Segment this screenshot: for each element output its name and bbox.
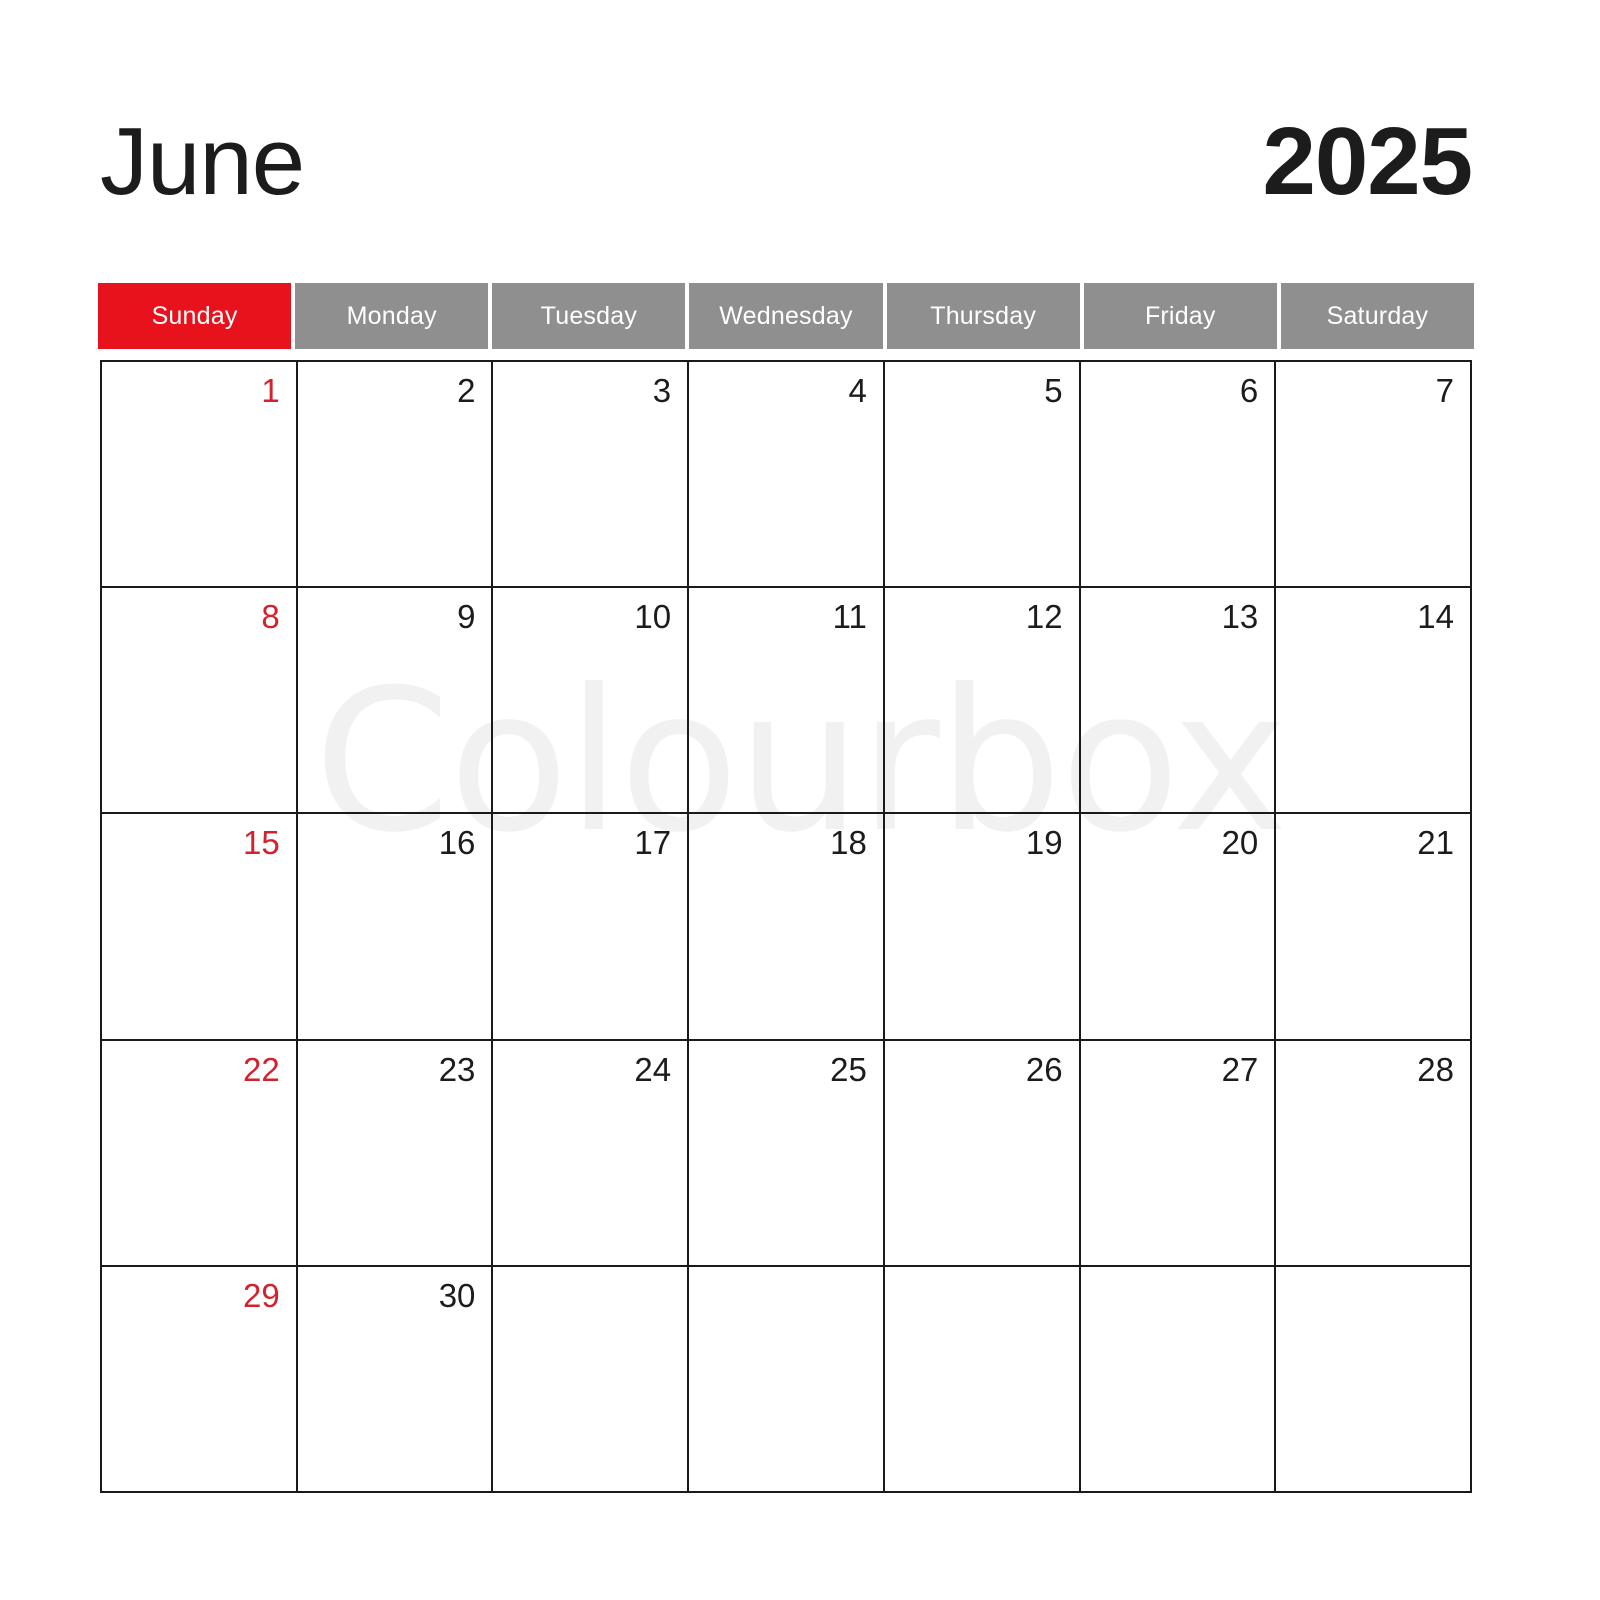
day-cell[interactable]: 28 — [1276, 1040, 1472, 1267]
day-number: 21 — [1417, 824, 1454, 862]
day-number: 12 — [1025, 598, 1063, 636]
day-number: 7 — [1435, 372, 1454, 409]
day-number: 2 — [457, 372, 476, 409]
day-cell[interactable]: 1 — [102, 362, 298, 589]
day-number: 22 — [242, 1050, 280, 1088]
day-number: 17 — [634, 824, 672, 862]
day-cell[interactable]: 10 — [493, 588, 690, 815]
day-number: 27 — [1221, 1050, 1259, 1088]
weekday-header-saturday[interactable]: Saturday — [1280, 283, 1474, 349]
day-number: 10 — [634, 598, 672, 636]
day-cell[interactable]: 14 — [1276, 588, 1472, 815]
day-number: 29 — [242, 1276, 280, 1314]
day-number: 28 — [1417, 1050, 1454, 1088]
day-cell[interactable]: 18 — [689, 814, 885, 1041]
calendar-grid: 1 2 3 4 5 6 7 8 9 10 11 12 13 14 15 16 17 18 19 20 21 22 23 24 2… — [100, 360, 1472, 1493]
day-number: 13 — [1221, 598, 1259, 636]
day-cell[interactable]: 26 — [884, 1040, 1081, 1267]
day-number: 18 — [830, 824, 867, 862]
day-cell[interactable]: 25 — [689, 1040, 885, 1267]
day-cell[interactable]: 24 — [493, 1040, 690, 1267]
day-cell-empty — [493, 1266, 690, 1493]
day-number: 6 — [1239, 372, 1259, 409]
day-cell-empty — [1276, 1266, 1472, 1493]
day-number: 26 — [1025, 1050, 1063, 1088]
day-number: 5 — [1044, 372, 1063, 409]
day-number: 15 — [242, 824, 280, 862]
day-cell[interactable]: 16 — [297, 814, 494, 1041]
day-cell[interactable]: 3 — [493, 362, 690, 589]
year-title: 2025 — [1262, 108, 1473, 215]
calendar-page: Colourbox June 2025 Sunday Monday Tuesday W… — [0, 0, 1600, 1600]
day-number: 11 — [832, 598, 867, 636]
day-cell[interactable]: 15 — [102, 814, 298, 1041]
day-cell[interactable]: 13 — [1080, 588, 1277, 815]
day-cell-empty — [884, 1266, 1081, 1493]
day-cell[interactable]: 11 — [689, 588, 885, 815]
day-cell-empty — [1080, 1266, 1277, 1493]
day-cell[interactable]: 23 — [297, 1040, 494, 1267]
day-cell[interactable]: 4 — [689, 362, 885, 589]
weekday-header-friday[interactable]: Friday — [1083, 283, 1277, 349]
day-cell[interactable]: 12 — [884, 588, 1081, 815]
calendar-title-row: June 2025 — [100, 106, 1473, 218]
day-number: 14 — [1417, 598, 1454, 636]
weekday-header-wednesday[interactable]: Wednesday — [689, 283, 883, 349]
day-number: 8 — [261, 598, 280, 636]
day-number: 3 — [652, 372, 672, 409]
day-number: 30 — [438, 1276, 476, 1314]
day-cell[interactable]: 20 — [1080, 814, 1277, 1041]
day-cell[interactable]: 29 — [102, 1266, 298, 1493]
day-cell[interactable]: 21 — [1276, 814, 1472, 1041]
day-cell[interactable]: 19 — [884, 814, 1081, 1041]
day-cell[interactable]: 22 — [102, 1040, 298, 1267]
day-cell[interactable]: 7 — [1276, 362, 1472, 589]
day-cell[interactable]: 9 — [297, 588, 494, 815]
day-cell[interactable]: 27 — [1080, 1040, 1277, 1267]
weekday-header-thursday[interactable]: Thursday — [886, 283, 1080, 349]
day-number: 4 — [848, 372, 867, 409]
day-cell[interactable]: 8 — [102, 588, 298, 815]
day-number: 9 — [457, 598, 476, 636]
weekday-header-tuesday[interactable]: Tuesday — [492, 283, 686, 349]
day-number: 23 — [438, 1050, 476, 1088]
day-number: 24 — [634, 1050, 672, 1088]
day-number: 1 — [261, 372, 280, 409]
day-cell-empty — [689, 1266, 885, 1493]
day-number: 16 — [438, 824, 476, 862]
weekday-header-monday[interactable]: Monday — [295, 283, 489, 349]
weekday-header-row: Sunday Monday Tuesday Wednesday Thursday Frid… — [98, 283, 1474, 349]
day-number: 19 — [1025, 824, 1063, 862]
weekday-header-sunday[interactable]: Sunday — [98, 283, 292, 349]
day-number: 25 — [830, 1050, 867, 1088]
day-cell[interactable]: 5 — [884, 362, 1081, 589]
day-cell[interactable]: 17 — [493, 814, 690, 1041]
day-cell[interactable]: 30 — [297, 1266, 494, 1493]
day-cell[interactable]: 6 — [1080, 362, 1277, 589]
day-number: 20 — [1221, 824, 1259, 862]
month-title: June — [100, 108, 305, 215]
day-cell[interactable]: 2 — [297, 362, 494, 589]
